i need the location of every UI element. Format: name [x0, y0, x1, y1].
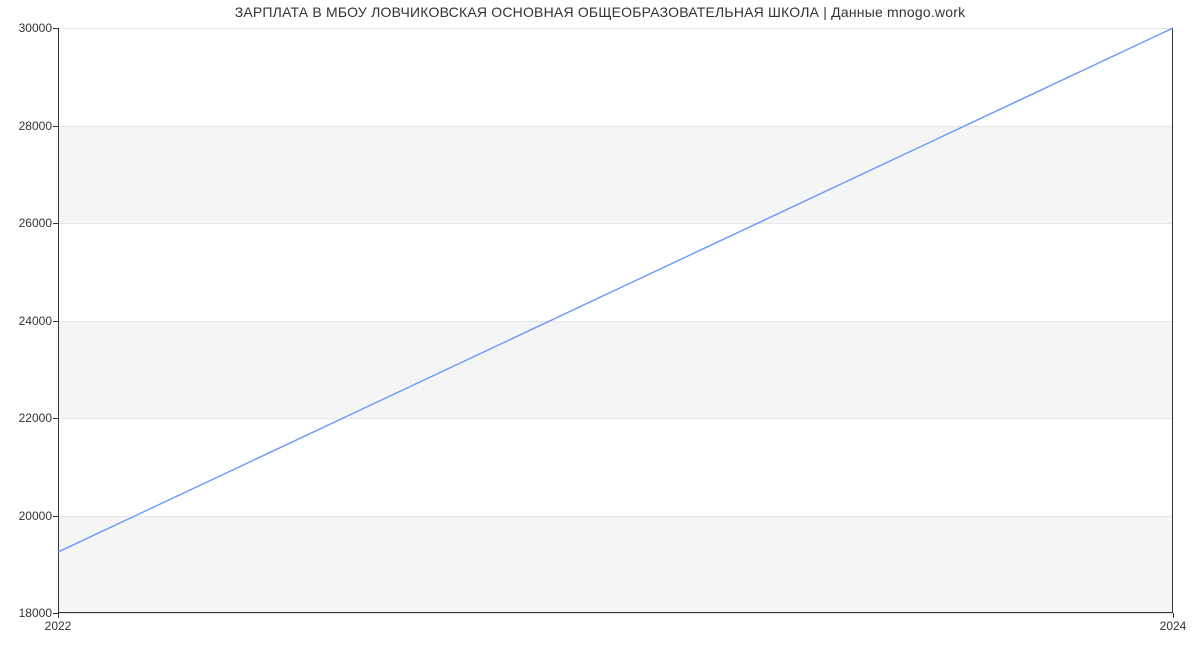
line-layer: [58, 28, 1173, 613]
y-tick-mark: [53, 516, 58, 517]
y-tick-mark: [53, 321, 58, 322]
y-tick-label: 20000: [10, 509, 52, 523]
data-line: [58, 28, 1173, 552]
y-tick-mark: [53, 28, 58, 29]
chart-title: ЗАРПЛАТА В МБОУ ЛОВЧИКОВСКАЯ ОСНОВНАЯ ОБ…: [0, 4, 1200, 20]
plot-area: 18000200002200024000260002800030000 2022…: [58, 28, 1173, 613]
y-tick-label: 24000: [10, 314, 52, 328]
y-tick-label: 18000: [10, 606, 52, 620]
x-tick-label: 2024: [1160, 619, 1187, 633]
y-tick-mark: [53, 418, 58, 419]
y-tick-mark: [53, 223, 58, 224]
y-tick-label: 28000: [10, 119, 52, 133]
gridline: [58, 613, 1173, 614]
y-tick-label: 30000: [10, 21, 52, 35]
y-tick-mark: [53, 126, 58, 127]
x-tick-label: 2022: [45, 619, 72, 633]
y-tick-label: 22000: [10, 411, 52, 425]
x-tick-mark: [1173, 613, 1174, 618]
y-tick-label: 26000: [10, 216, 52, 230]
x-tick-mark: [58, 613, 59, 618]
